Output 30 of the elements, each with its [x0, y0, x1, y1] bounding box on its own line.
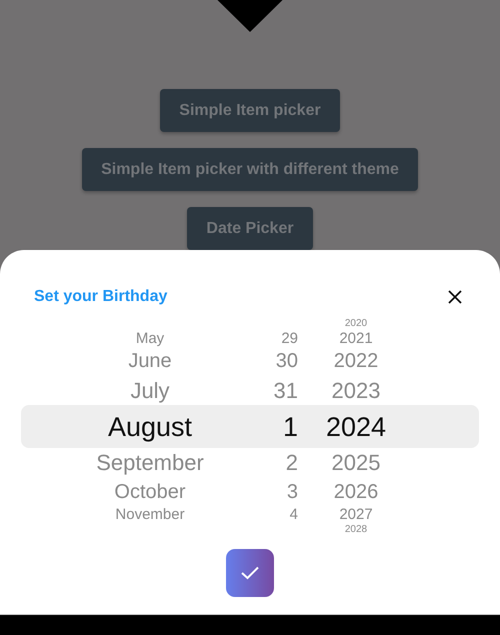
picker-button[interactable]: Simple Item picker with different theme	[82, 148, 418, 191]
picker-option[interactable]: October	[114, 479, 186, 506]
picker-button[interactable]: Date Picker	[187, 207, 313, 250]
picker-option[interactable]: 2021	[339, 330, 373, 348]
picker-option[interactable]: 30	[276, 348, 298, 375]
picker-option[interactable]: 4	[290, 506, 298, 524]
picker-option[interactable]: 2020	[344, 318, 368, 330]
picker-option[interactable]: 31	[274, 375, 298, 407]
picker-option[interactable]: 29	[281, 330, 298, 348]
picker-option[interactable]: June	[128, 348, 172, 375]
picker-option[interactable]: 2028	[344, 524, 368, 536]
picker-option[interactable]: 2027	[339, 506, 373, 524]
picker-option[interactable]: May	[136, 330, 164, 348]
confirm-button[interactable]	[226, 549, 274, 597]
sheet-title: Set your Birthday	[34, 288, 168, 306]
close-icon[interactable]	[448, 290, 462, 304]
picker-option[interactable]: 2024	[326, 407, 386, 447]
picker-option[interactable]: 2022	[334, 348, 378, 375]
check-icon	[241, 566, 259, 580]
picker-option[interactable]: 2025	[332, 447, 380, 479]
picker-option[interactable]: 2	[286, 447, 298, 479]
picker-option[interactable]: September	[96, 447, 204, 479]
picker-option[interactable]: November	[115, 506, 185, 524]
picker-option[interactable]: August	[108, 407, 192, 447]
picker-option[interactable]: July	[130, 375, 170, 407]
picker-option[interactable]: 2023	[332, 375, 380, 407]
picker-option[interactable]: 2026	[334, 479, 378, 506]
picker-option[interactable]: 1	[282, 407, 298, 447]
picker-option[interactable]: 3	[286, 479, 298, 506]
picker-button[interactable]: Simple Item picker	[160, 89, 340, 132]
